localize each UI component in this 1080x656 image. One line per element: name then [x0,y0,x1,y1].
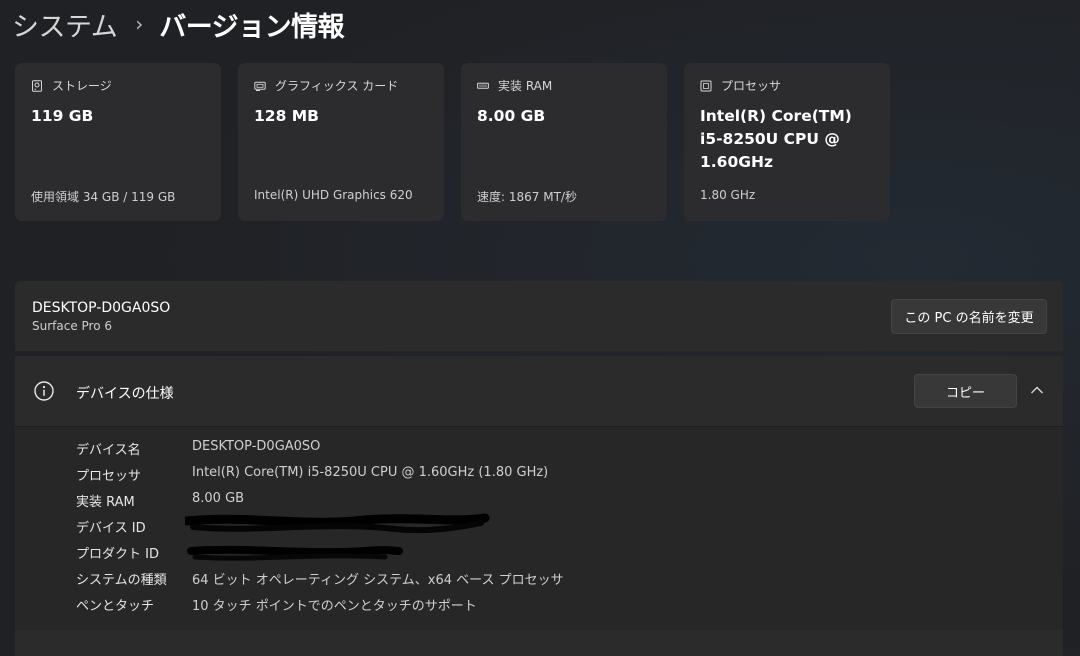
device-specs-title: デバイスの仕様 [76,386,174,402]
spec-row-product-id: プロダクト ID [76,543,192,563]
processor-icon [700,80,712,91]
info-icon [34,381,54,401]
graphics-card-label: グラフィックス カード [275,79,399,93]
spec-key: ペンとタッチ [76,599,155,614]
spec-key: 実装 RAM [76,495,135,510]
graphics-card[interactable]: グラフィックス カード 128 MB Intel(R) UHD Graphics… [238,63,444,221]
device-specs-header[interactable]: デバイスの仕様 コピー [15,356,1063,427]
spec-row-processor: プロセッサ Intel(R) Core(TM) i5-8250U CPU @ 1… [76,465,548,485]
ram-icon [477,82,489,89]
chevron-right-icon: › [135,12,144,36]
storage-card-value: 119 GB [31,107,94,125]
ram-card[interactable]: 実装 RAM 8.00 GB 速度: 1867 MT/秒 [461,63,667,221]
spec-key: デバイス名 [76,443,141,458]
spec-value: 10 タッチ ポイントでのペンとタッチのサポート [192,599,477,614]
ram-card-value: 8.00 GB [477,107,546,125]
processor-card-sub: 1.80 GHz [700,188,756,202]
breadcrumb: システム › バージョン情報 [12,5,345,44]
page-title: バージョン情報 [159,11,345,43]
device-name-panel: DESKTOP-D0GA0SO Surface Pro 6 この PC の名前を… [15,281,1063,351]
storage-card[interactable]: ストレージ 119 GB 使用領域 34 GB / 119 GB [15,63,221,221]
graphics-card-sub: Intel(R) UHD Graphics 620 [254,188,413,202]
storage-icon [32,79,42,92]
spec-row-pen-touch: ペンとタッチ 10 タッチ ポイントでのペンとタッチのサポート [76,595,477,615]
graphics-card-icon [254,81,266,91]
device-specs-body: デバイス名 DESKTOP-D0GA0SO プロセッサ Intel(R) Cor… [15,427,1063,630]
ram-card-sub: 速度: 1867 MT/秒 [477,190,577,204]
storage-card-sub: 使用領域 34 GB / 119 GB [31,190,176,204]
spec-key: プロダクト ID [76,547,159,562]
storage-card-label: ストレージ [52,79,112,93]
spec-key: デバイス ID [76,521,146,536]
spec-value: 8.00 GB [192,491,245,506]
processor-card[interactable]: プロセッサ Intel(R) Core(TM) i5-8250U CPU @ 1… [684,63,890,221]
graphics-card-value: 128 MB [254,107,319,125]
spec-row-device-name: デバイス名 DESKTOP-D0GA0SO [76,439,320,459]
spec-key: プロセッサ [76,469,142,484]
chevron-up-icon[interactable] [1030,385,1044,395]
device-model: Surface Pro 6 [32,319,113,333]
spec-value: Intel(R) Core(TM) i5-8250U CPU @ 1.60GHz… [192,465,549,480]
device-specs-panel: デバイスの仕様 コピー デバイス名 DESKTOP-D0GA0SO プロセッサ … [15,356,1063,656]
processor-card-label: プロセッサ [721,79,782,93]
spec-row-ram: 実装 RAM 8.00 GB [76,491,244,511]
spec-key: システムの種類 [76,573,167,588]
spec-row-device-id: デバイス ID [76,517,192,537]
device-name: DESKTOP-D0GA0SO [32,300,171,316]
rename-pc-button[interactable]: この PC の名前を変更 [891,299,1047,334]
redaction-mark [185,513,490,561]
ram-card-label: 実装 RAM [498,79,553,93]
spec-value: DESKTOP-D0GA0SO [192,439,321,454]
breadcrumb-parent-system[interactable]: システム [12,5,118,44]
processor-card-value: Intel(R) Core(TM) i5-8250U CPU @ 1.60GHz [700,107,852,171]
copy-button[interactable]: コピー [914,374,1017,408]
